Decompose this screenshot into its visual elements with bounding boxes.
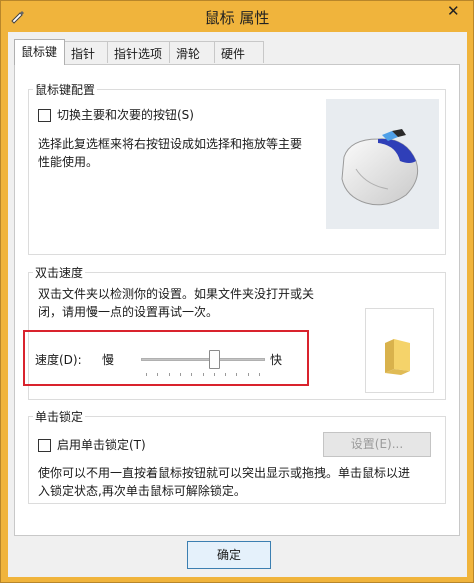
tab-label: 鼠标键 (21, 45, 58, 59)
click-lock-settings-button[interactable]: 设置(E)... (323, 432, 431, 457)
tab-panel-buttons: 鼠标键配置 切换主要和次要的按钮(S) 选择此复选框来将右按钮设成如选择和拖放等… (14, 64, 460, 536)
slider-tick (247, 373, 249, 376)
slider-tick (225, 373, 227, 376)
tab-hardware[interactable]: 硬件 (214, 41, 264, 63)
tab-pointers[interactable]: 指针 (64, 41, 108, 63)
click-lock-description-1: 使你可以不用一直按着鼠标按钮就可以突出显示或拖拽。单击鼠标以进 (38, 466, 411, 480)
click-lock-checkbox[interactable] (38, 439, 51, 452)
switch-buttons-label[interactable]: 切换主要和次要的按钮(S) (57, 106, 194, 124)
slow-label: 慢 (102, 353, 115, 367)
test-folder-area[interactable] (365, 308, 434, 393)
group-title: 鼠标键配置 (33, 81, 98, 98)
tab-pointer-options[interactable]: 指针选项 (107, 41, 170, 63)
slider-tick (157, 373, 159, 376)
ok-button[interactable]: 确定 (187, 541, 271, 569)
close-button[interactable]: ✕ (435, 1, 471, 21)
slider-tick (259, 373, 260, 376)
slider-tick (168, 373, 170, 376)
slider-ticks (141, 373, 265, 377)
tab-label: 指针 (71, 47, 96, 61)
double-click-description-1: 双击文件夹以检测你的设置。如果文件夹没打开或关 (38, 287, 315, 301)
close-icon: ✕ (447, 2, 460, 20)
click-lock-description-2: 入锁定状态,再次单击鼠标可解除锁定。 (38, 484, 246, 498)
mouse-illustration (326, 99, 439, 229)
fast-label: 快 (270, 353, 283, 367)
mouse-icon (341, 129, 419, 206)
tab-wheel[interactable]: 滑轮 (169, 41, 215, 63)
tab-buttons[interactable]: 鼠标键 (14, 39, 65, 65)
slider-tick (236, 373, 238, 376)
tab-label: 硬件 (221, 47, 246, 61)
double-click-speed-slider[interactable] (141, 349, 265, 379)
dialog-client-area: 鼠标键 指针 指针选项 滑轮 硬件 鼠标键配置 切换主要和次要的按钮(S) 选择… (8, 32, 467, 577)
slider-tick (179, 373, 181, 376)
button-config-description-1: 选择此复选框来将右按钮设成如选择和拖放等主要 (38, 137, 303, 151)
slider-tick (213, 373, 215, 376)
slider-tick (202, 373, 204, 376)
group-title: 双击速度 (33, 264, 86, 281)
title-bar[interactable]: 鼠标 属性 ✕ (1, 1, 473, 32)
click-lock-group: 单击锁定 启用单击锁定(T) 设置(E)... 使你可以不用一直按着鼠标按钮就可… (28, 408, 446, 504)
double-click-description-2: 闭，请用慢一点的设置再试一次。 (38, 305, 219, 319)
folder-icon (385, 339, 410, 375)
button-config-description-2: 性能使用。 (38, 155, 99, 169)
button-configuration-group: 鼠标键配置 切换主要和次要的按钮(S) 选择此复选框来将右按钮设成如选择和拖放等… (28, 81, 446, 255)
click-lock-label[interactable]: 启用单击锁定(T) (57, 436, 146, 454)
slider-tick (146, 373, 147, 376)
speed-label: 速度(D): (35, 353, 82, 367)
slider-track (141, 358, 265, 361)
tab-label: 指针选项 (114, 47, 163, 61)
switch-buttons-checkbox[interactable] (38, 109, 51, 122)
slider-tick (191, 373, 193, 376)
group-title: 单击锁定 (33, 408, 86, 425)
slider-thumb[interactable] (208, 350, 220, 369)
mouse-properties-window: 鼠标 属性 ✕ 鼠标键 指针 指针选项 滑轮 硬件 鼠标键配置 切换主要和次要的… (0, 0, 474, 583)
window-title: 鼠标 属性 (204, 9, 270, 27)
tab-label: 滑轮 (176, 47, 201, 61)
